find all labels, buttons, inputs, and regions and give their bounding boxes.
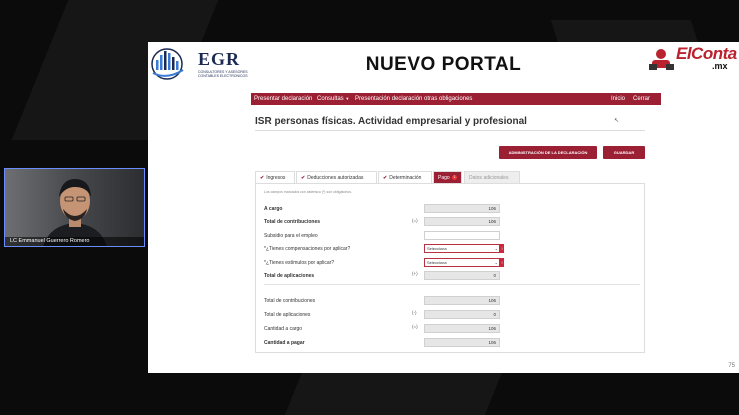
mouse-cursor-icon: ↖ bbox=[614, 118, 620, 124]
presenter-name-label: LC Emmanuel Guerrero Romero bbox=[5, 237, 144, 246]
required-marker-icon: ! bbox=[500, 258, 504, 267]
nav-cerrar[interactable]: Cerrar bbox=[633, 96, 650, 102]
admin-declaration-button[interactable]: ADMINISTRACIÓN DE LA DECLARACIÓN bbox=[499, 146, 597, 159]
summary-total-contribuciones-field: 106 bbox=[424, 296, 500, 305]
operator-sign: (+) bbox=[412, 271, 418, 276]
row-label-total-aplicaciones: Total de aplicaciones bbox=[264, 273, 315, 279]
operator-sign: (=) bbox=[412, 324, 418, 329]
cantidad-cargo-field: 106 bbox=[424, 324, 500, 333]
tab-datos-adicionales: Datos adicionales bbox=[464, 171, 520, 183]
subsidio-empleo-input[interactable] bbox=[424, 231, 500, 240]
a-cargo-field: 106 bbox=[424, 204, 500, 213]
page-heading: ISR personas físicas. Actividad empresar… bbox=[255, 116, 527, 127]
summary-label-total-contribuciones: Total de contribuciones bbox=[264, 298, 316, 304]
check-icon: ✔ bbox=[383, 175, 388, 181]
portal-screenshot: Presentar declaración Consultas ▼ Presen… bbox=[148, 42, 739, 373]
tab-pago[interactable]: Pago 1 bbox=[433, 171, 462, 183]
nav-otras-obligaciones[interactable]: Presentación declaración otras obligacio… bbox=[355, 96, 472, 102]
chevron-down-icon: ⌄ bbox=[494, 260, 498, 265]
section-divider bbox=[264, 284, 640, 285]
row-label-subsidio: Subsidio para el empleo bbox=[264, 233, 318, 239]
summary-label-cantidad-cargo: Cantidad a cargo bbox=[264, 326, 303, 332]
summary-total-aplicaciones-field: 0 bbox=[424, 310, 500, 319]
nav-consultas[interactable]: Consultas ▼ bbox=[317, 96, 349, 102]
row-label-compensaciones: *¿Tienes compensaciones por aplicar? bbox=[264, 246, 351, 252]
operator-sign: (=) bbox=[412, 218, 418, 223]
row-label-estimulos: *¿Tienes estímulos por aplicar? bbox=[264, 260, 335, 266]
nav-inicio[interactable]: Inicio bbox=[611, 96, 625, 102]
check-icon: ✔ bbox=[301, 175, 306, 181]
required-marker-icon: ! bbox=[500, 244, 504, 253]
cantidad-pagar-field: 106 bbox=[424, 338, 500, 347]
error-badge: 1 bbox=[452, 175, 458, 181]
row-label-a-cargo: A cargo bbox=[264, 206, 283, 212]
tab-determinacion[interactable]: ✔ Determinación bbox=[378, 171, 432, 183]
total-aplicaciones-field: 0 bbox=[424, 271, 500, 280]
compensaciones-select[interactable]: Selecciona ⌄ bbox=[424, 244, 500, 253]
total-contribuciones-field: 106 bbox=[424, 217, 500, 226]
save-button[interactable]: GUARDAR bbox=[603, 146, 645, 159]
tab-ingresos[interactable]: ✔ Ingresos bbox=[255, 171, 295, 183]
operator-sign: (-) bbox=[412, 310, 417, 315]
summary-label-total-aplicaciones: Total de aplicaciones bbox=[264, 312, 311, 318]
heading-divider bbox=[255, 130, 645, 131]
nav-presentar-declaracion[interactable]: Presentar declaración bbox=[254, 96, 312, 102]
estimulos-select[interactable]: Selecciona ⌄ bbox=[424, 258, 500, 267]
portal-navbar: Presentar declaración Consultas ▼ Presen… bbox=[251, 93, 661, 105]
webcam-overlay: LC Emmanuel Guerrero Romero bbox=[4, 168, 145, 247]
tab-deducciones[interactable]: ✔ Deducciones autorizadas bbox=[296, 171, 377, 183]
required-fields-note: Los campos marcados con asterisco (*) so… bbox=[264, 190, 352, 194]
summary-label-cantidad-pagar: Cantidad a pagar bbox=[264, 340, 305, 346]
caret-down-icon: ▼ bbox=[345, 96, 350, 101]
row-label-total-contribuciones: Total de contribuciones bbox=[264, 219, 321, 225]
chevron-down-icon: ⌄ bbox=[494, 246, 498, 251]
check-icon: ✔ bbox=[260, 175, 265, 181]
presenter-person-icon bbox=[43, 179, 107, 246]
